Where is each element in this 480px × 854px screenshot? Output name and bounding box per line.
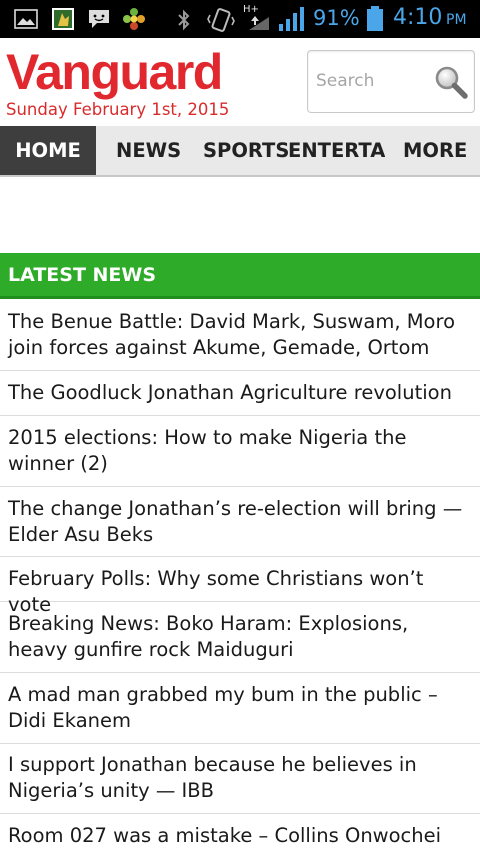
section-title: LATEST NEWS	[8, 264, 157, 286]
messenger-icon	[87, 8, 111, 34]
gallery-icon	[14, 9, 38, 33]
search-icon[interactable]	[434, 65, 468, 103]
tab-home[interactable]: HOME	[0, 126, 96, 175]
news-item[interactable]: Room 027 was a mistake – Collins Onwoche…	[0, 814, 480, 854]
battery-icon	[366, 6, 384, 36]
tab-news[interactable]: NEWS	[116, 126, 181, 175]
news-item[interactable]: 2015 elections: How to make Nigeria the …	[0, 416, 480, 487]
battery-percent: 91%	[313, 6, 360, 30]
tab-sports[interactable]: SPORTS	[203, 126, 289, 175]
news-item[interactable]: I support Jonathan because he believes i…	[0, 744, 480, 814]
vibrate-icon	[207, 7, 235, 37]
status-bar: H+ 91% 4:10 PM	[0, 0, 480, 38]
news-item[interactable]: Breaking News: Boko Haram: Explosions, h…	[0, 602, 480, 673]
news-item[interactable]: A mad man grabbed my bum in the public –…	[0, 673, 480, 744]
latest-news-header: LATEST NEWS	[0, 253, 480, 299]
header-date: Sunday February 1st, 2015	[6, 100, 230, 119]
clock-ampm: PM	[446, 12, 467, 28]
news-item[interactable]: The change Jonathan’s re-election will b…	[0, 487, 480, 557]
ad-space	[0, 179, 480, 253]
search-input[interactable]	[316, 67, 431, 95]
vanguard-logo[interactable]: Vanguard	[6, 42, 223, 102]
main-nav: HOME NEWS SPORTS ENTERTAINMENT MORE	[0, 126, 480, 177]
site-header: Vanguard Sunday February 1st, 2015	[0, 38, 480, 126]
app-icon	[51, 7, 75, 35]
data-arrows-icon	[247, 15, 271, 35]
clock-time: 4:10	[393, 5, 443, 30]
search-box[interactable]	[307, 50, 475, 113]
tab-more[interactable]: MORE	[403, 126, 467, 175]
flower-icon	[122, 7, 146, 35]
network-type: H+	[243, 4, 259, 15]
tab-entertainment[interactable]: ENTERTAINMENT	[288, 126, 385, 175]
news-item[interactable]: The Benue Battle: David Mark, Suswam, Mo…	[0, 299, 480, 371]
bluetooth-icon	[176, 8, 192, 36]
news-item[interactable]: The Goodluck Jonathan Agriculture revolu…	[0, 371, 480, 416]
news-item[interactable]: February Polls: Why some Christians won’…	[0, 557, 480, 616]
signal-icon	[278, 6, 306, 36]
